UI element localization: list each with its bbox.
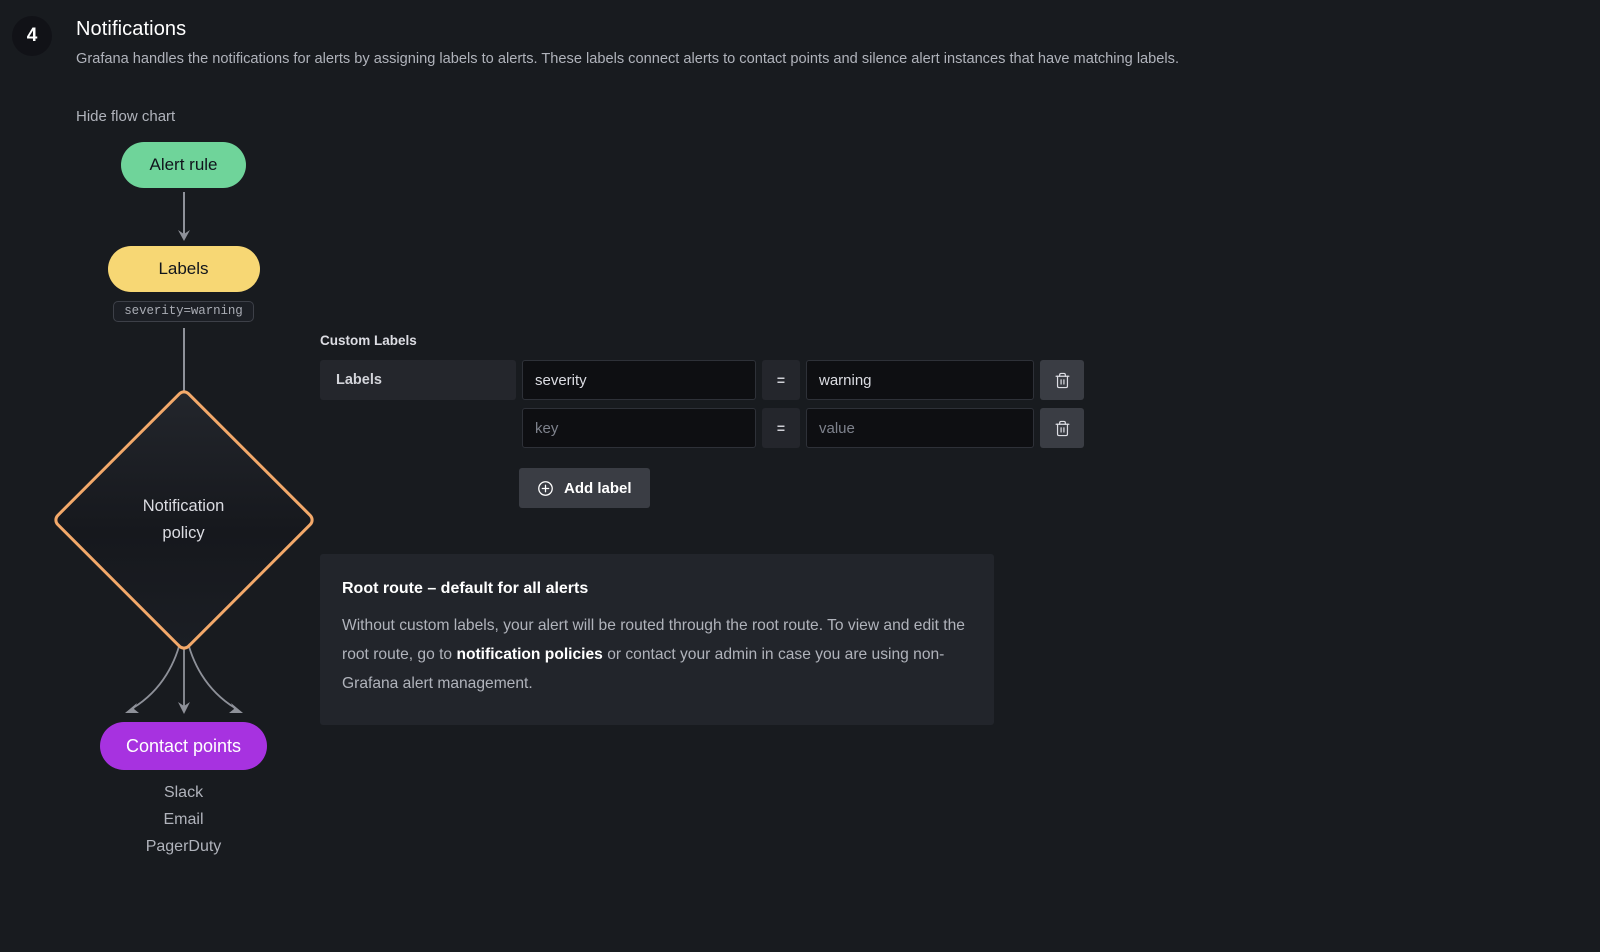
hide-flow-chart-toggle[interactable]: Hide flow chart (76, 108, 175, 125)
add-label-button-text: Add label (564, 479, 632, 497)
labels-tag-row: severity=warning (76, 292, 291, 322)
root-route-title: Root route – default for all alerts (342, 580, 589, 597)
delete-label-button[interactable] (1040, 408, 1084, 448)
trash-icon (1055, 420, 1069, 436)
root-route-info-panel: Root route – default for all alerts With… (320, 554, 994, 725)
contact-point-item: Slack (163, 784, 204, 801)
equals-separator: = (762, 408, 800, 448)
notification-policies-link[interactable]: notification policies (456, 646, 602, 663)
contact-point-item: Email (163, 810, 204, 828)
page-description: Grafana handles the notifications for al… (76, 51, 1180, 67)
label-row: Labels = (320, 360, 1120, 400)
custom-labels-form: Custom Labels Labels = = (320, 333, 1120, 508)
page-title: Notifications (76, 18, 187, 40)
label-key-input[interactable] (522, 408, 756, 448)
equals-separator: = (762, 360, 800, 400)
labels-row-prefix: Labels (320, 360, 516, 400)
alert-flow-chart: Alert rule Labels severity=warning Notif… (50, 142, 317, 861)
notifications-step-page: 4 Notifications Grafana handles the noti… (0, 0, 1600, 952)
diamond-shape (50, 387, 317, 653)
label-key-input[interactable] (522, 360, 756, 400)
step-number-badge: 4 (12, 16, 52, 56)
alert-rule-node-row: Alert rule (76, 142, 291, 188)
labels-node-row: Labels (76, 246, 291, 292)
flow-node-contact-points: Contact points (99, 722, 268, 770)
plus-circle-icon (538, 480, 553, 496)
flow-node-labels: Labels (107, 246, 260, 292)
contact-points-node-row: Contact points (76, 722, 291, 770)
label-value-input[interactable] (806, 408, 1034, 448)
label-row: = (320, 408, 1120, 448)
down-arrow-icon (177, 192, 190, 241)
label-value-input[interactable] (806, 360, 1034, 400)
header-text-block: Notifications Grafana handles the notifi… (76, 18, 1570, 70)
root-route-body: Without custom labels, your alert will b… (342, 612, 970, 699)
custom-labels-title: Custom Labels (320, 333, 417, 348)
delete-label-button[interactable] (1040, 360, 1084, 400)
labels-row-prefix-spacer (320, 408, 516, 448)
contact-point-item: PagerDuty (145, 837, 222, 855)
trash-icon (1055, 372, 1069, 388)
flow-node-alert-rule: Alert rule (121, 142, 246, 188)
contact-points-list: Slack Email PagerDuty (76, 780, 291, 861)
add-label-button[interactable]: Add label (519, 468, 650, 508)
label-tag-severity-warning: severity=warning (113, 301, 254, 322)
flow-node-notification-policy: Notification policy (50, 387, 317, 653)
arrow-alertrule-to-labels (76, 188, 291, 246)
